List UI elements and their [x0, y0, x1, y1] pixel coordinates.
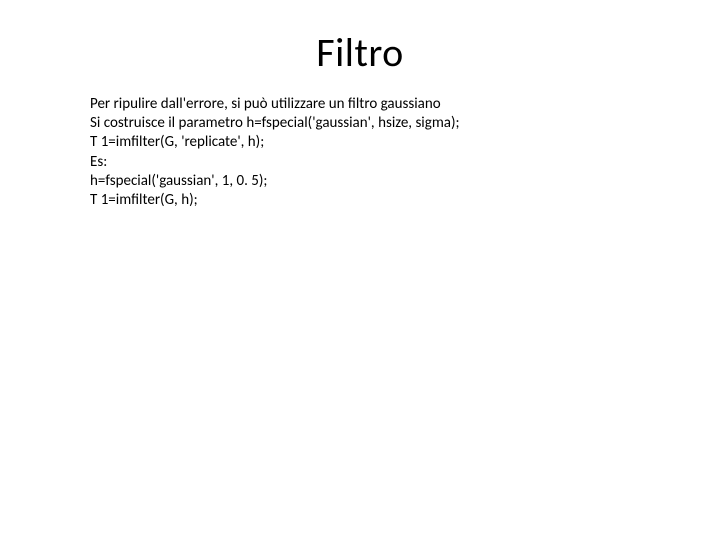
body-line: h=fspecial('gaussian', 1, 0. 5); [90, 172, 660, 191]
body-line: T 1=imfilter(G, h); [90, 191, 660, 210]
body-line: Si costruisce il parametro h=fspecial('g… [90, 114, 660, 133]
slide: Filtro Per ripulire dall'errore, si può … [0, 0, 720, 540]
body-line: Per ripulire dall'errore, si può utilizz… [90, 95, 660, 114]
body-line: Es: [90, 153, 660, 172]
body-line: T 1=imfilter(G, 'replicate', h); [90, 133, 660, 152]
slide-title: Filtro [0, 0, 720, 95]
slide-body: Per ripulire dall'errore, si può utilizz… [0, 95, 720, 210]
